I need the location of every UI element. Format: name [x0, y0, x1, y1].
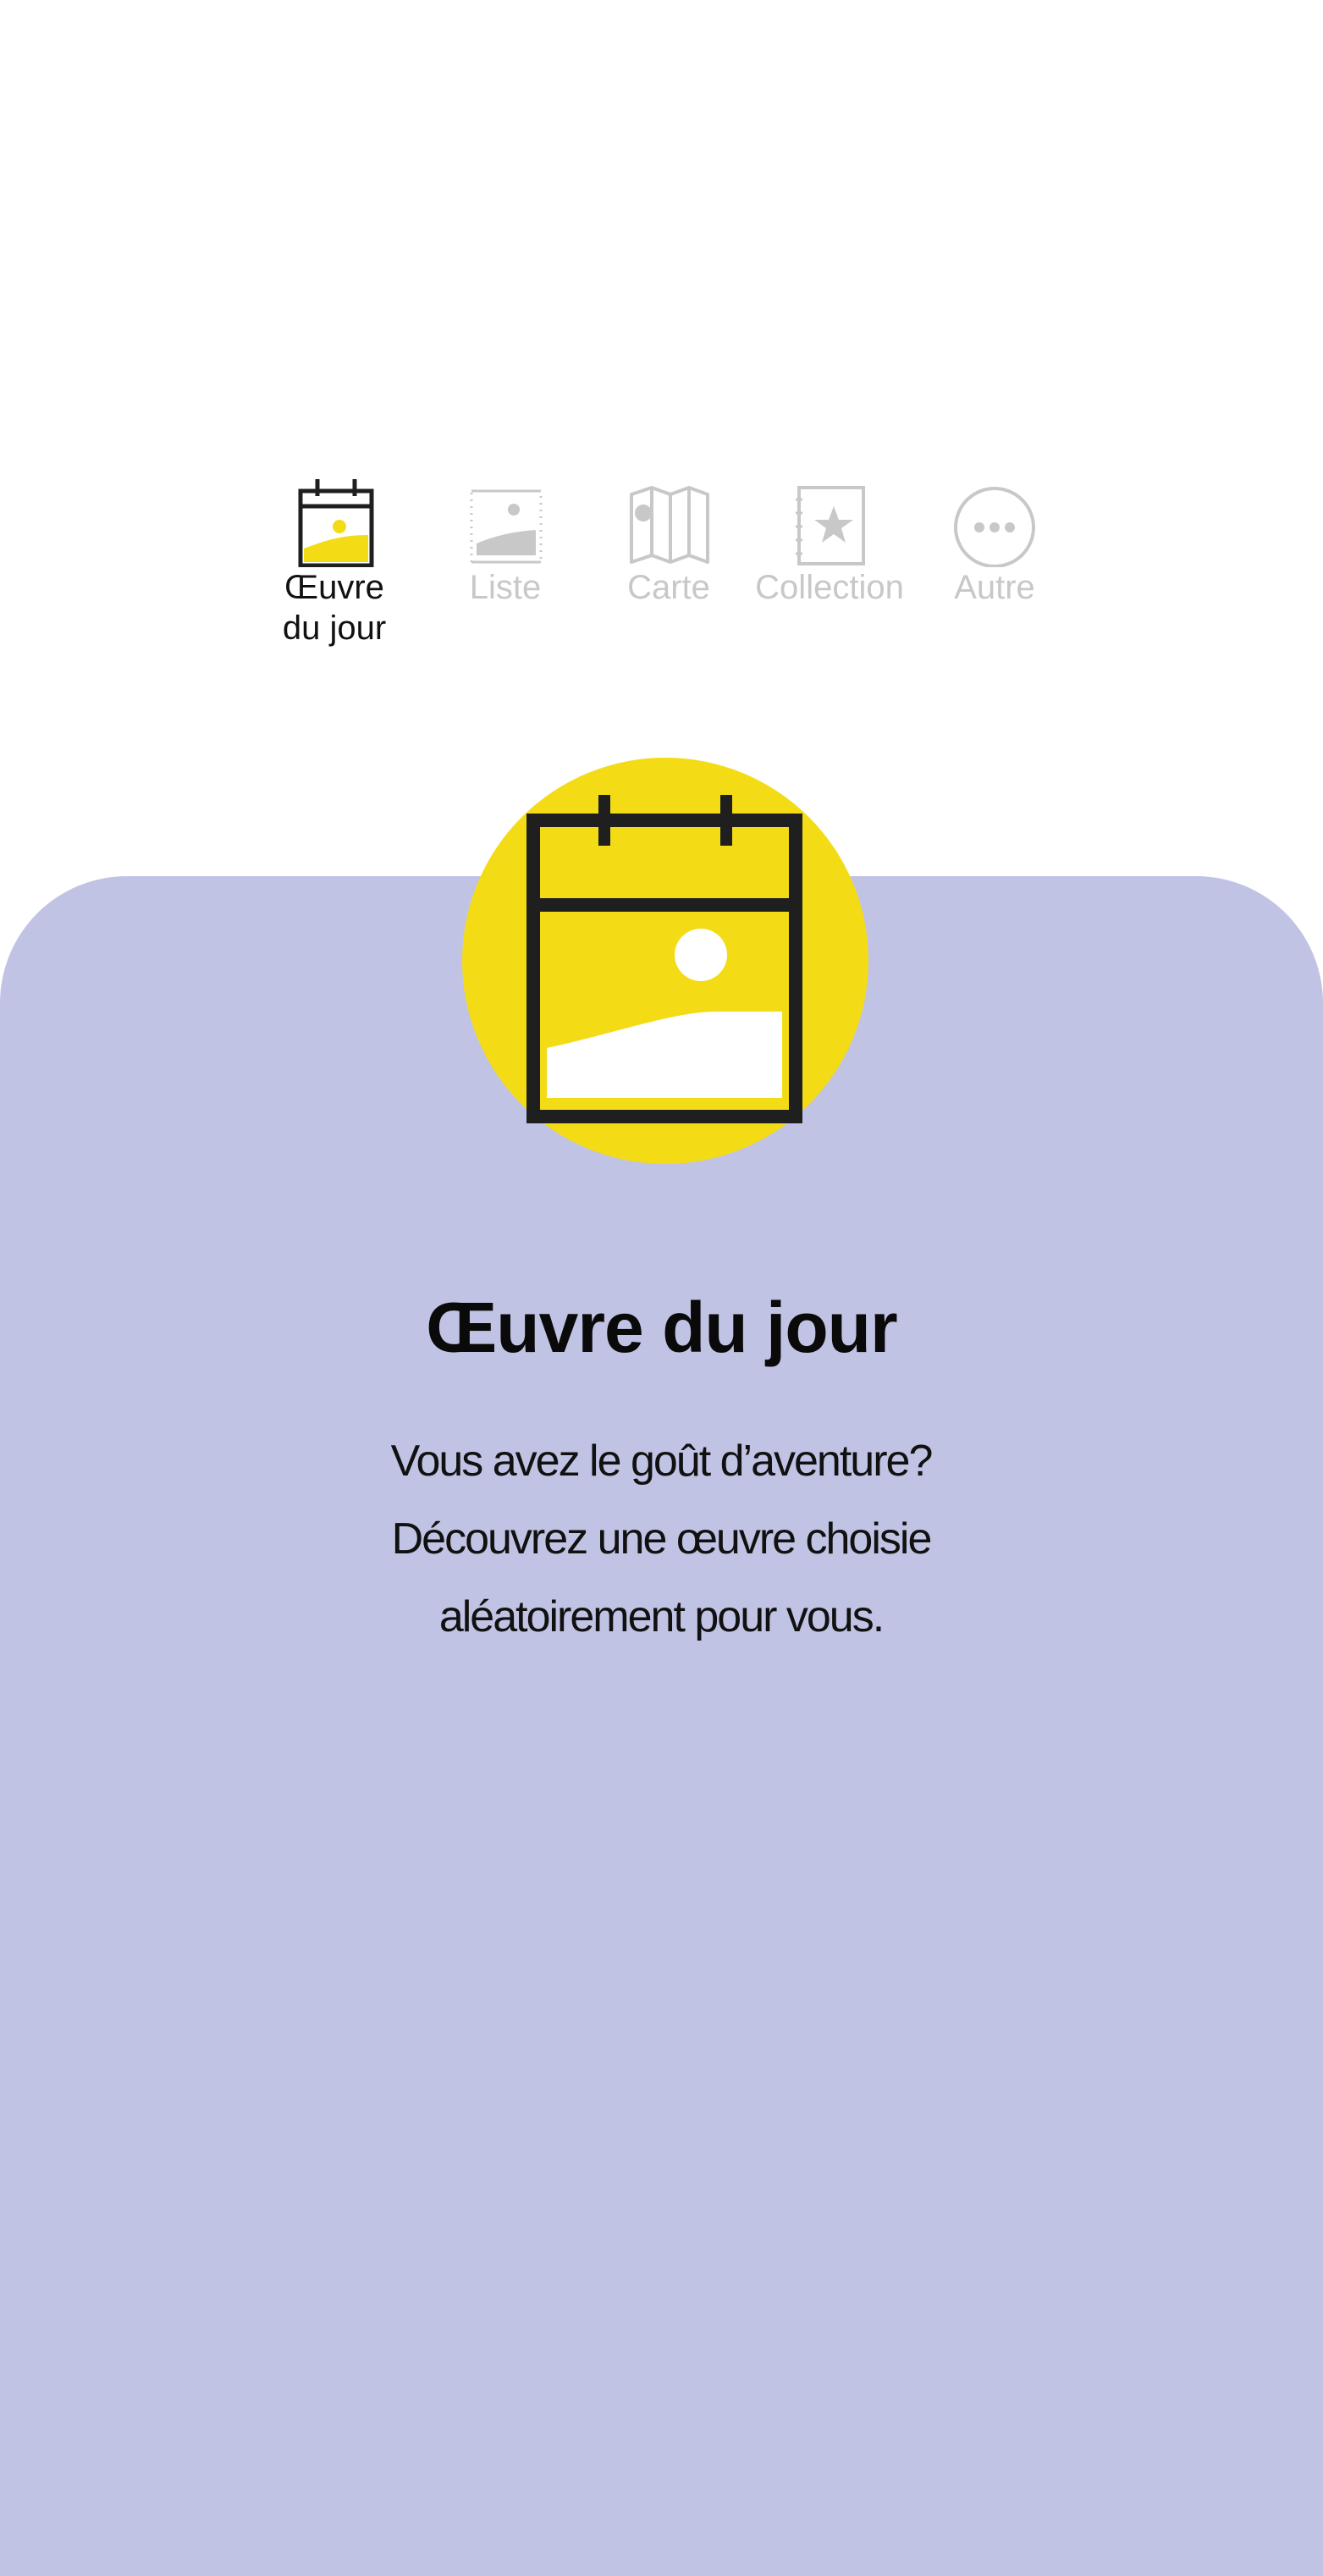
tab-label: Liste [469, 569, 542, 606]
hero-description-line: aléatoirement pour vous. [438, 1592, 885, 1641]
tab-bar: Œuvre du jour Liste Carte Collection Aut… [0, 474, 1323, 677]
tab-oeuvre-du-jour[interactable]: Œuvre du jour [254, 474, 415, 648]
folded-map-icon [630, 486, 709, 564]
tab-autre[interactable]: Autre [914, 474, 1075, 608]
hero-description-line: Vous avez le goût d’aventure? [390, 1437, 934, 1486]
starred-notebook-icon [796, 486, 865, 565]
tab-liste[interactable]: Liste [425, 474, 586, 608]
list-artwork-icon [470, 489, 543, 564]
tab-label: Autre [954, 569, 1035, 606]
hero-title: Œuvre du jour [426, 1288, 897, 1367]
tab-carte[interactable]: Carte [588, 474, 749, 608]
tab-label: Œuvre du jour [282, 569, 387, 647]
tab-collection[interactable]: Collection [749, 474, 910, 608]
page: Œuvre du jour Liste Carte Collection Aut… [0, 0, 1323, 2576]
calendar-artwork-icon [298, 479, 374, 567]
hero-description-line: Découvrez une œuvre choisie [391, 1514, 933, 1564]
calendar-artwork-icon [462, 758, 868, 1164]
more-dots-icon [954, 487, 1035, 567]
tab-label: Carte [627, 569, 710, 606]
hero-description: Vous avez le goût d’aventure? Découvrez … [322, 1422, 1000, 1656]
tab-label: Collection [755, 569, 904, 606]
